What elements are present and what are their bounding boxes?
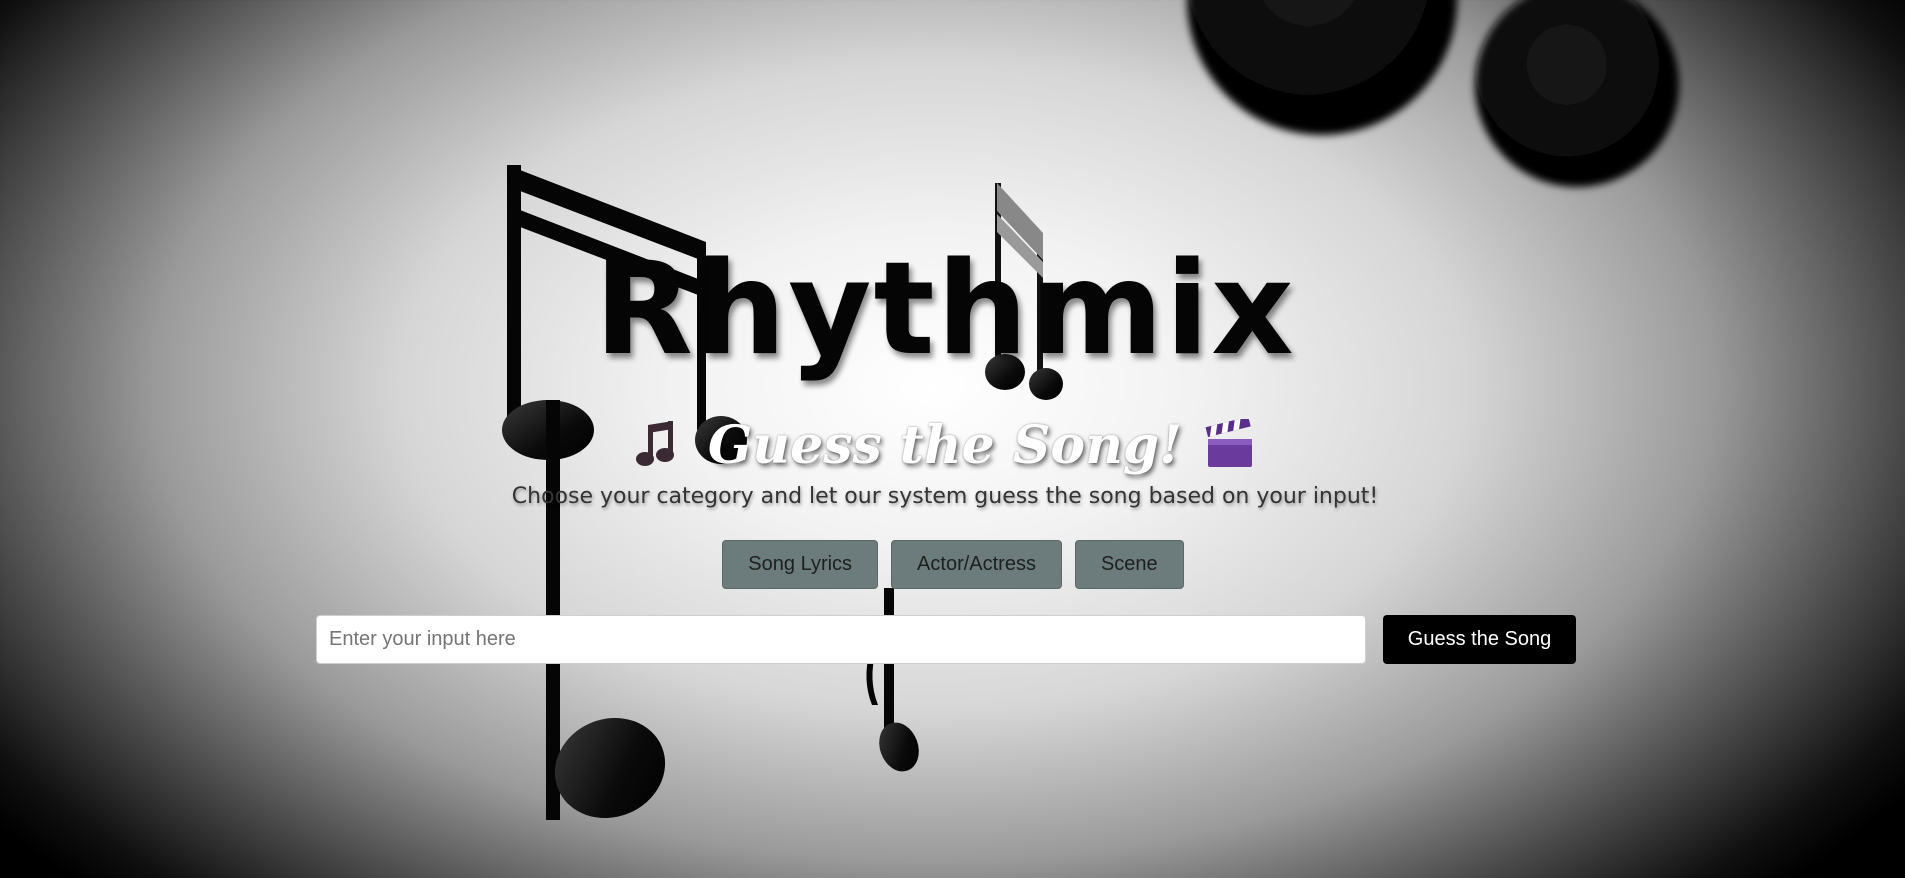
subtitle-row: Guess the Song! bbox=[0, 410, 1890, 480]
category-scene-button[interactable]: Scene bbox=[1074, 540, 1184, 589]
category-actor-actress-button[interactable]: Actor/Actress bbox=[891, 540, 1062, 589]
clapper-board-icon bbox=[1204, 416, 1256, 471]
musical-notes-icon bbox=[634, 419, 686, 471]
tagline: Choose your category and let our system … bbox=[511, 484, 1379, 509]
guess-the-song-button[interactable]: Guess the Song bbox=[1383, 615, 1576, 664]
category-song-lyrics-button[interactable]: Song Lyrics bbox=[722, 540, 879, 589]
subtitle-text: Guess the Song! bbox=[707, 414, 1183, 476]
category-selector: Song Lyrics Actor/Actress Scene bbox=[0, 540, 1905, 589]
main-content: Rhythmix Guess the Song! Choose your cat… bbox=[0, 0, 1905, 878]
search-input[interactable] bbox=[316, 615, 1366, 664]
app-title: Rhythmix bbox=[594, 235, 1296, 384]
